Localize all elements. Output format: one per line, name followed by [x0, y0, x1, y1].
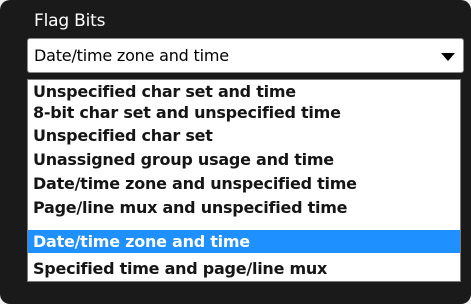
flag-bits-options-list: Unspecified char set and time 8-bit char…: [27, 79, 461, 282]
option-unassigned-group-usage-and-time[interactable]: Unassigned group usage and time: [28, 148, 460, 171]
flag-bits-select[interactable]: Date/time zone and time: [27, 38, 464, 73]
option-page-line-mux-and-unspecified-time[interactable]: Page/line mux and unspecified time: [28, 196, 460, 219]
option-unspecified-char-set-and-time[interactable]: Unspecified char set and time: [28, 80, 460, 103]
flag-bits-label: Flag Bits: [34, 11, 106, 31]
chevron-down-icon[interactable]: [441, 53, 455, 61]
flag-bits-panel: Flag Bits Date/time zone and time Unspec…: [0, 0, 471, 304]
option-date-time-zone-and-time[interactable]: Date/time zone and time: [28, 230, 460, 253]
option-unspecified-char-set[interactable]: Unspecified char set: [28, 124, 460, 147]
option-8bit-char-set-and-unspecified-time[interactable]: 8-bit char set and unspecified time: [28, 101, 460, 124]
option-specified-time-and-page-line-mux[interactable]: Specified time and page/line mux: [28, 257, 460, 280]
option-date-time-zone-and-unspecified-time[interactable]: Date/time zone and unspecified time: [28, 172, 460, 195]
selected-value: Date/time zone and time: [34, 46, 229, 65]
